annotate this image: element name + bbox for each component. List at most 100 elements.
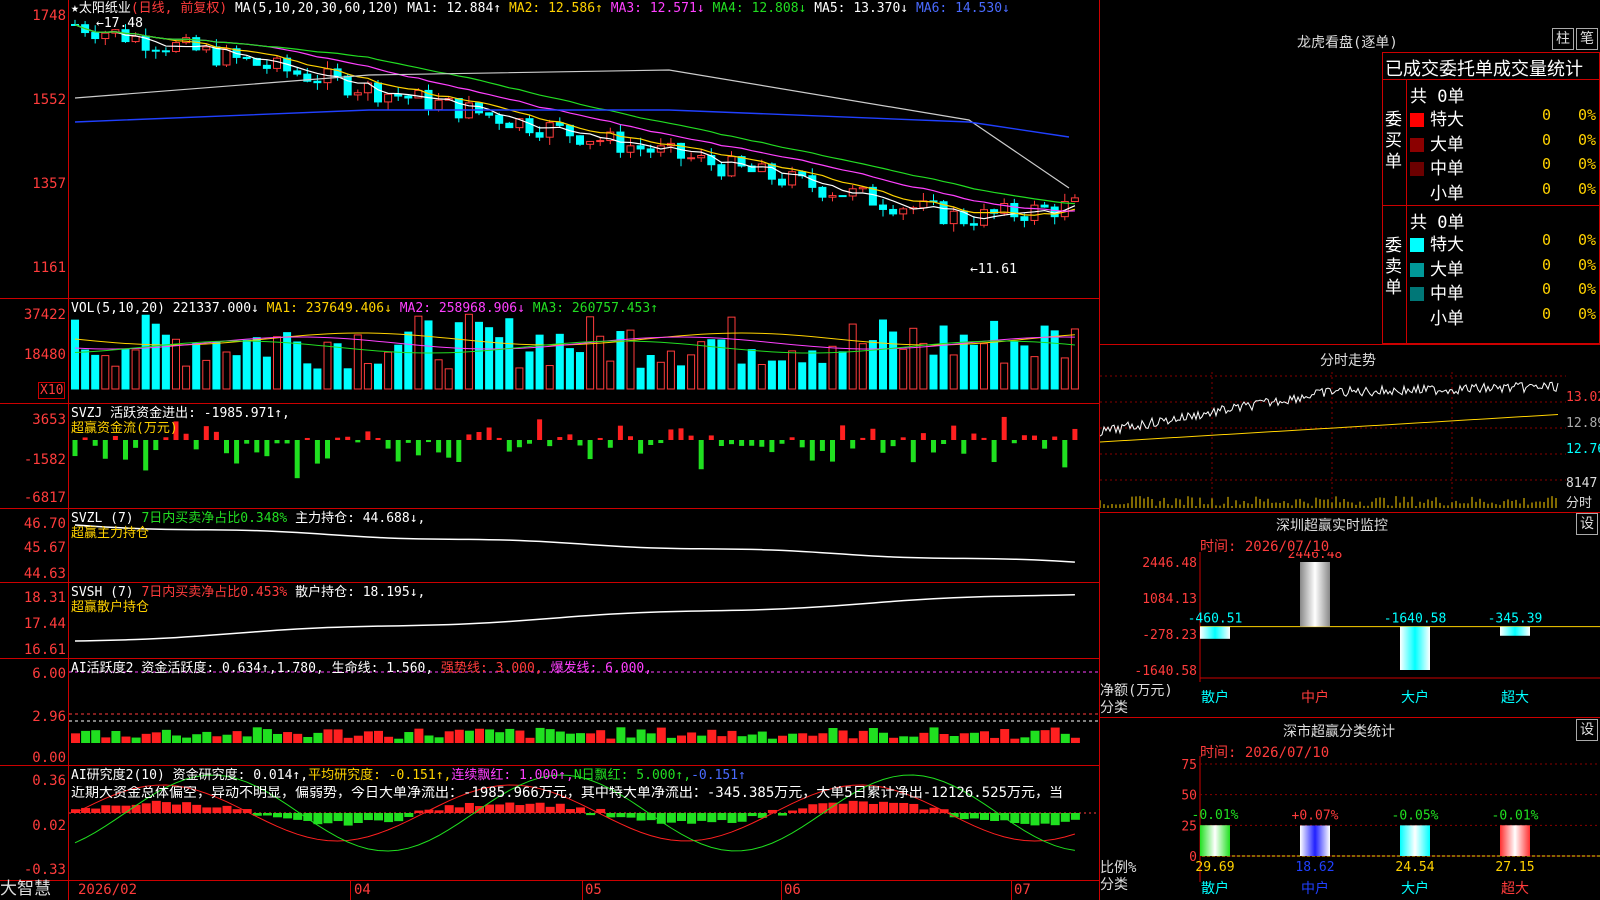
class-chart[interactable]: 7550250-0.01%29.69散户+0.07%18.62中户-0.05%2… [1100, 756, 1600, 900]
svzj-bar [779, 440, 785, 444]
kline-candle [495, 114, 504, 124]
kline-candle [1020, 216, 1029, 221]
color-swatch [1410, 262, 1424, 277]
tick-mode-button[interactable]: 笔 [1576, 28, 1598, 50]
svzj-bar [860, 437, 866, 440]
volume-bar [919, 342, 928, 390]
ai-research-bar [666, 813, 676, 823]
ai-research-bar [374, 813, 383, 821]
volume-bar [91, 354, 100, 390]
class-settings-button[interactable]: 设 [1576, 719, 1598, 741]
kline-candle [394, 93, 403, 97]
ai-active-bar [454, 729, 464, 743]
ai-research-legend: AI研究度2(10) 资金研究度: 0.014↑,平均研究度: -0.151↑,… [71, 768, 746, 783]
order-type: 特大 [1430, 110, 1464, 130]
kline-chart[interactable] [69, 0, 1099, 298]
ai-active-bar [949, 736, 959, 743]
ai-active-bar [1040, 730, 1050, 743]
ai-active-bar [687, 732, 697, 743]
ai-research-bar [576, 807, 585, 813]
fq-mode[interactable]: (日线, 前复权) [131, 1, 227, 16]
ai-research-bar [515, 805, 525, 813]
price-tick: 1357 [32, 176, 66, 192]
monitor-category: 超大 [1501, 690, 1529, 706]
monitor-category: 散户 [1201, 689, 1229, 706]
price-tick: 1748 [32, 8, 66, 24]
date-tick: 07 [1014, 882, 1031, 898]
volume-bar [424, 320, 433, 390]
avg-price-line [1100, 414, 1559, 443]
svzj-bar [688, 435, 694, 440]
ai-research-bar [727, 813, 737, 823]
fs-title: 分时走势 [1320, 353, 1376, 369]
vol-tick: 18480 [23, 347, 66, 363]
svzj-bar [506, 440, 512, 452]
ai-active-bar [161, 729, 171, 743]
ai-active-bar [919, 732, 929, 743]
volume-bar [505, 318, 514, 390]
volume-bar [737, 363, 746, 390]
ai-research-bar [525, 803, 535, 813]
ai-research-bar [565, 809, 575, 813]
class-value: 24.54 [1395, 860, 1434, 875]
kline-candle [879, 204, 887, 210]
vol-legend: VOL(5,10,20) 221337.000↓ MA1: 237649.406… [71, 301, 659, 316]
volume-bar [353, 334, 362, 390]
kline-candle [485, 112, 494, 116]
color-swatch [1410, 238, 1424, 252]
date-tick: 06 [784, 882, 801, 898]
fs-vol-unit: 分时 [1566, 496, 1593, 511]
svzj-bar [365, 431, 371, 440]
monitor-settings-button[interactable]: 设 [1576, 513, 1598, 535]
ai-active-bar [182, 737, 192, 743]
svzj-bar [991, 440, 997, 463]
svzj-bar [638, 440, 644, 454]
ai-research-bar [343, 813, 353, 826]
ai-research-chart[interactable] [69, 766, 1099, 880]
monitor-chart[interactable]: 2446.48 1084.13 -278.23 -1640.58 -460.51 散户 24… [1100, 552, 1600, 722]
svzj-bar [668, 429, 674, 440]
ai-research-bar [616, 813, 626, 818]
ai-active-bar [262, 729, 272, 743]
vol-tick: 37422 [23, 307, 66, 323]
volume-bar [879, 319, 887, 390]
bar-mode-button[interactable]: 柱 [1552, 28, 1574, 50]
svzl-tick: 44.63 [23, 566, 66, 582]
svzj-bar [698, 440, 704, 470]
class-category: 散户 [1201, 880, 1229, 897]
ai-research-bar [101, 805, 111, 813]
ai-active-bar [444, 731, 454, 743]
ai-active-tick: 6.00 [32, 666, 66, 682]
low-marker: ←11.61 [970, 262, 1017, 277]
volume-bar [444, 368, 453, 390]
intraday-chart[interactable] [1100, 372, 1566, 512]
volume-bar [182, 365, 191, 390]
order-count: 0 [1542, 155, 1552, 173]
ai-research-bar [192, 804, 202, 813]
price-tick: 1552 [32, 92, 66, 108]
class-bar [1400, 825, 1430, 856]
ai-research-bar [838, 803, 848, 813]
ai-active-bar [515, 730, 525, 743]
stock-name[interactable]: 太阳纸业 [79, 1, 131, 16]
kline-candle [767, 163, 776, 180]
ai-active-bar [565, 733, 575, 743]
volume-bar [525, 351, 534, 390]
ai-research-bar [505, 802, 515, 813]
volume-bar [1050, 330, 1059, 390]
class-value: 29.69 [1195, 860, 1234, 875]
kline-candle [969, 223, 978, 226]
volume-bar [1060, 357, 1069, 390]
date-tick: 05 [585, 882, 602, 898]
kline-candle [1010, 203, 1019, 218]
star-icon[interactable]: ★ [71, 1, 79, 16]
buy-total: 共 0单 [1410, 87, 1465, 107]
volume-bar [384, 351, 393, 390]
class-value: 27.15 [1495, 860, 1534, 875]
kline-candle [596, 140, 605, 143]
ai-active-bar [131, 737, 141, 743]
kline-candle [293, 70, 302, 75]
svzj-bar [951, 425, 957, 440]
kline-candle [475, 102, 483, 114]
ai-active-bar [121, 736, 131, 743]
